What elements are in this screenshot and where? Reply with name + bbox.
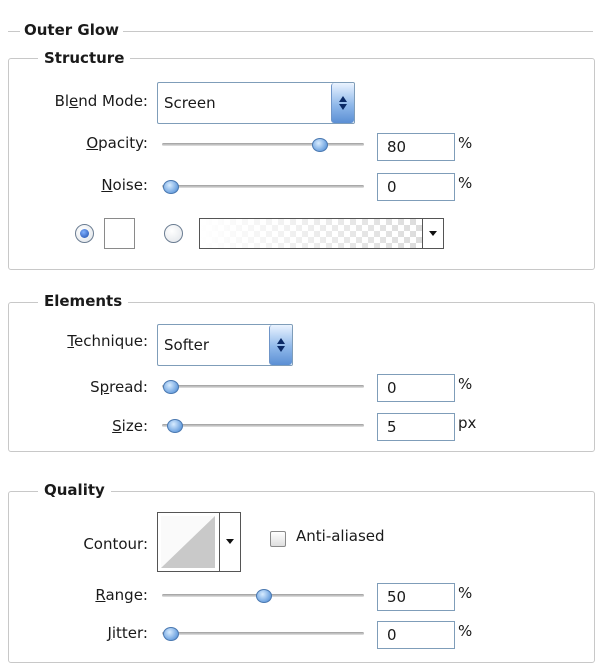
- structure-legend: Structure: [38, 49, 131, 67]
- opacity-unit: %: [458, 134, 473, 152]
- noise-track: [162, 185, 364, 188]
- noise-input[interactable]: 0: [377, 173, 455, 201]
- solid-color-radio[interactable]: [75, 224, 94, 243]
- jitter-value: 0: [387, 626, 397, 644]
- technique-select[interactable]: Softer: [157, 324, 293, 366]
- elements-legend: Elements: [38, 292, 129, 310]
- spread-track: [162, 385, 364, 388]
- glow-color-swatch[interactable]: [104, 218, 135, 249]
- quality-legend: Quality: [38, 481, 111, 499]
- range-label: Range:: [95, 586, 148, 604]
- blend-mode-label: Blend Mode:: [54, 92, 148, 110]
- noise-label: Noise:: [101, 176, 148, 194]
- contour-label: Contour:: [83, 535, 148, 553]
- opacity-slider[interactable]: [162, 135, 364, 155]
- noise-thumb[interactable]: [163, 180, 179, 194]
- gradient-picker[interactable]: [199, 218, 444, 249]
- range-thumb[interactable]: [256, 589, 272, 603]
- range-slider[interactable]: [162, 586, 364, 606]
- opacity-track: [162, 143, 364, 146]
- range-value: 50: [387, 588, 407, 606]
- jitter-input[interactable]: 0: [377, 621, 455, 649]
- size-track: [162, 424, 364, 427]
- spread-input[interactable]: 0: [377, 374, 455, 402]
- size-thumb[interactable]: [166, 419, 183, 433]
- contour-preview-icon: [161, 516, 215, 568]
- size-value: 5: [387, 418, 397, 436]
- noise-value: 0: [387, 178, 397, 196]
- range-unit: %: [458, 584, 473, 602]
- anti-aliased-label[interactable]: Anti-aliased: [296, 527, 385, 545]
- chevron-down-icon[interactable]: [422, 219, 443, 248]
- opacity-input[interactable]: 80: [377, 133, 455, 161]
- technique-value: Softer: [164, 336, 209, 354]
- noise-unit: %: [458, 174, 473, 192]
- range-input[interactable]: 50: [377, 583, 455, 611]
- noise-slider[interactable]: [162, 177, 364, 197]
- technique-label: Technique:: [67, 332, 148, 350]
- contour-picker[interactable]: [157, 512, 241, 572]
- opacity-value: 80: [387, 138, 407, 156]
- jitter-thumb[interactable]: [163, 627, 179, 641]
- up-down-arrows-icon[interactable]: [331, 83, 354, 123]
- blend-mode-select[interactable]: Screen: [157, 82, 355, 124]
- spread-value: 0: [387, 379, 397, 397]
- jitter-unit: %: [458, 622, 473, 640]
- jitter-track: [162, 632, 364, 635]
- anti-aliased-checkbox[interactable]: [270, 531, 286, 547]
- spread-unit: %: [458, 375, 473, 393]
- up-down-arrows-icon[interactable]: [269, 325, 292, 365]
- size-input[interactable]: 5: [377, 413, 455, 441]
- jitter-label: Jitter:: [107, 624, 148, 642]
- size-unit: px: [458, 414, 477, 432]
- opacity-thumb[interactable]: [311, 138, 328, 152]
- size-slider[interactable]: [162, 416, 364, 436]
- jitter-slider[interactable]: [162, 624, 364, 644]
- gradient-radio[interactable]: [164, 224, 183, 243]
- chevron-down-icon[interactable]: [219, 513, 240, 571]
- opacity-label: Opacity:: [86, 134, 148, 152]
- spread-label: Spread:: [90, 378, 148, 396]
- spread-slider[interactable]: [162, 377, 364, 397]
- size-label: Size:: [112, 417, 148, 435]
- spread-thumb[interactable]: [163, 380, 179, 394]
- blend-mode-value: Screen: [164, 94, 216, 112]
- panel-title: Outer Glow: [20, 21, 124, 39]
